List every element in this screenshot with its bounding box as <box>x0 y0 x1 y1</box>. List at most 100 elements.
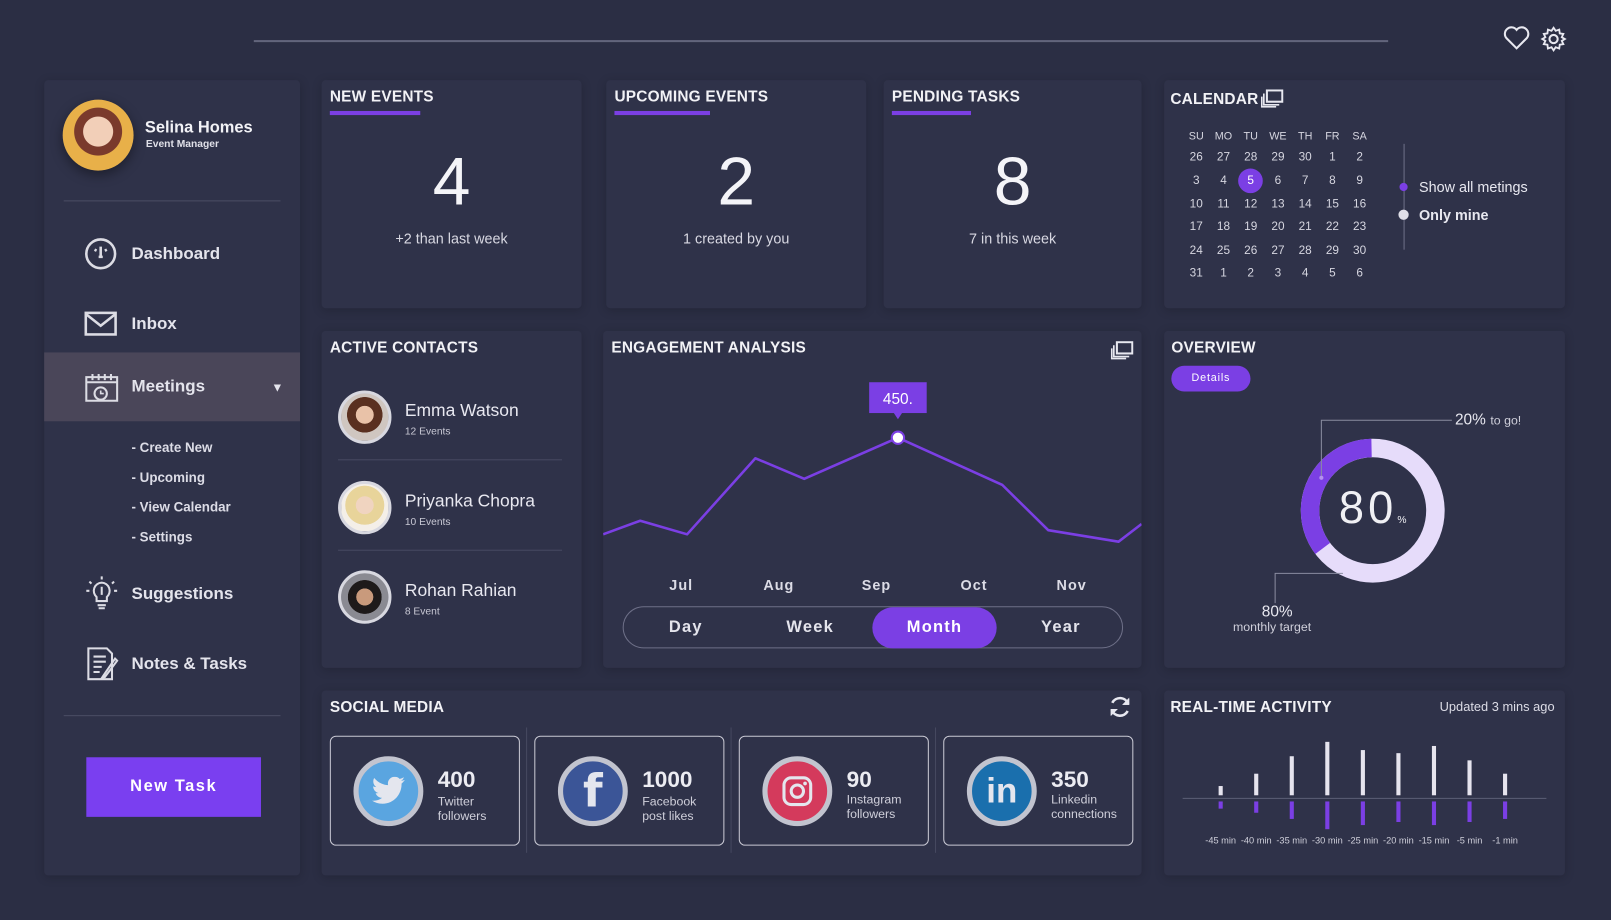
calendar-day[interactable]: 28 <box>1292 239 1319 262</box>
card-title: PENDING TASKS <box>891 88 1021 106</box>
calendar-day[interactable]: 28 <box>1237 146 1264 169</box>
time-label: -25 min <box>1347 836 1378 846</box>
submenu-create-new[interactable]: - Create New <box>132 440 213 455</box>
calendar-day[interactable]: 16 <box>1346 193 1373 216</box>
time-label: -40 min <box>1241 836 1272 846</box>
time-label: -20 min <box>1383 836 1414 846</box>
sidebar: Selina Homes Event Manager Dashboard Inb… <box>44 80 301 876</box>
calendar-day[interactable]: 20 <box>1264 216 1291 239</box>
calendar-day[interactable]: 2 <box>1237 262 1264 285</box>
calendar-day[interactable]: 17 <box>1183 216 1210 239</box>
calendar-day[interactable]: 13 <box>1264 193 1291 216</box>
sidebar-item-dashboard[interactable]: Dashboard <box>44 233 300 274</box>
sidebar-item-label: Dashboard <box>131 244 221 263</box>
time-label: -35 min <box>1276 836 1307 846</box>
calendar-day[interactable]: 22 <box>1319 216 1346 239</box>
gallery-icon[interactable] <box>1260 89 1284 108</box>
title-underline <box>891 110 971 116</box>
contact-item[interactable]: Emma Watson 12 Events <box>338 380 563 470</box>
calendar-day[interactable]: 30 <box>1292 146 1319 169</box>
calendar-day[interactable]: 1 <box>1319 146 1346 169</box>
sidebar-item-label: Notes & Tasks <box>131 654 248 673</box>
gear-icon[interactable] <box>1540 26 1567 53</box>
calendar-day[interactable]: 3 <box>1264 262 1291 285</box>
calendar-day[interactable]: 1 <box>1210 262 1237 285</box>
linkedin-stat[interactable]: in 350 Linkedin connections <box>943 735 1134 846</box>
instagram-stat[interactable]: 90 Instagram followers <box>738 735 929 846</box>
calendar-day[interactable]: 6 <box>1346 262 1373 285</box>
calendar-day[interactable]: 18 <box>1210 216 1237 239</box>
sidebar-item-meetings[interactable]: Meetings ▼ <box>44 352 301 422</box>
calendar-day[interactable]: 8 <box>1319 169 1346 194</box>
calendar-day[interactable]: 3 <box>1183 169 1210 194</box>
calendar-day[interactable]: 7 <box>1292 169 1319 194</box>
refresh-icon[interactable] <box>1108 695 1133 720</box>
sidebar-item-suggestions[interactable]: Suggestions <box>44 573 300 614</box>
calendar-day[interactable]: 26 <box>1237 239 1264 262</box>
activity-bar-lower <box>1431 801 1437 826</box>
tab-month[interactable]: Month <box>872 607 997 649</box>
target-label: monthly target <box>1233 619 1312 634</box>
calendar-day[interactable]: 10 <box>1183 193 1210 216</box>
twitter-stat[interactable]: 400 Twitter followers <box>329 735 520 846</box>
linkedin-icon: in <box>966 756 1037 827</box>
calendar-day[interactable]: 4 <box>1292 262 1319 285</box>
avatar <box>338 570 392 624</box>
calendar-day[interactable]: 24 <box>1183 239 1210 262</box>
calendar-day-selected[interactable]: 5 <box>1237 168 1264 194</box>
calendar-day[interactable]: 4 <box>1210 169 1237 194</box>
sidebar-item-notes-tasks[interactable]: Notes & Tasks <box>44 643 300 684</box>
weekday-label: MO <box>1214 130 1233 143</box>
calendar-day[interactable]: 27 <box>1264 239 1291 262</box>
divider <box>526 727 528 853</box>
calendar-grid: SU MO TU WE TH FR SA 26 27 28 29 30 1 2 3 4 5 6 7 8 9 10 11 12 1… <box>1183 127 1374 284</box>
x-tick-label: Oct <box>961 578 988 594</box>
submenu-upcoming[interactable]: - Upcoming <box>132 470 205 485</box>
submenu-view-calendar[interactable]: - View Calendar <box>132 499 231 514</box>
chevron-down-icon[interactable]: ▼ <box>271 380 283 394</box>
filter-show-all[interactable]: Show all metings <box>1399 178 1528 196</box>
sidebar-item-inbox[interactable]: Inbox <box>44 303 300 344</box>
activity-bar-upper <box>1254 773 1259 796</box>
calendar-day[interactable]: 6 <box>1264 169 1291 194</box>
contact-events: 10 Events <box>404 516 451 529</box>
card-title: SOCIAL MEDIA <box>329 698 445 717</box>
calendar-day[interactable]: 19 <box>1237 216 1264 239</box>
calendar-day[interactable]: 25 <box>1210 239 1237 262</box>
facebook-stat[interactable]: f 1000 Facebook post likes <box>534 735 725 846</box>
calendar-day[interactable]: 23 <box>1346 216 1373 239</box>
stat-value: 1000 <box>642 766 693 793</box>
contact-item[interactable]: Priyanka Chopra 10 Events <box>338 471 563 561</box>
calendar-day[interactable]: 12 <box>1237 193 1264 216</box>
calendar-day[interactable]: 30 <box>1346 239 1373 262</box>
stat-subtitle: 7 in this week <box>969 230 1057 247</box>
to-go-value: 20% <box>1454 411 1486 429</box>
calendar-day[interactable]: 29 <box>1264 146 1291 169</box>
profile-role: Event Manager <box>145 138 220 151</box>
submenu-settings[interactable]: - Settings <box>132 529 193 544</box>
contact-item[interactable]: Rohan Rahian 8 Event <box>338 560 562 650</box>
calendar-day[interactable]: 5 <box>1319 262 1346 285</box>
stat-label: Instagram followers <box>846 792 902 821</box>
calendar-day[interactable]: 14 <box>1292 193 1319 216</box>
calendar-day[interactable]: 15 <box>1319 193 1346 216</box>
time-label: -30 min <box>1312 836 1343 846</box>
calendar-day[interactable]: 21 <box>1292 216 1319 239</box>
weekday-label: SU <box>1188 130 1204 143</box>
filter-label: Show all metings <box>1418 178 1528 196</box>
tab-day[interactable]: Day <box>624 607 748 648</box>
calendar-day[interactable]: 29 <box>1319 239 1346 262</box>
filter-only-mine[interactable]: Only mine <box>1398 207 1489 223</box>
calendar-day[interactable]: 31 <box>1183 262 1210 285</box>
tab-week[interactable]: Week <box>748 607 872 648</box>
heart-icon[interactable] <box>1503 26 1530 51</box>
contact-events: 8 Event <box>404 606 440 618</box>
calendar-day[interactable]: 11 <box>1210 193 1237 216</box>
calendar-day[interactable]: 2 <box>1346 146 1373 169</box>
calendar-day[interactable]: 26 <box>1183 146 1210 169</box>
calendar-day[interactable]: 9 <box>1346 169 1373 194</box>
tab-year[interactable]: Year <box>999 607 1123 648</box>
activity-bar-lower <box>1360 801 1365 826</box>
calendar-day[interactable]: 27 <box>1210 146 1237 169</box>
new-task-button[interactable]: New Task <box>86 757 261 817</box>
